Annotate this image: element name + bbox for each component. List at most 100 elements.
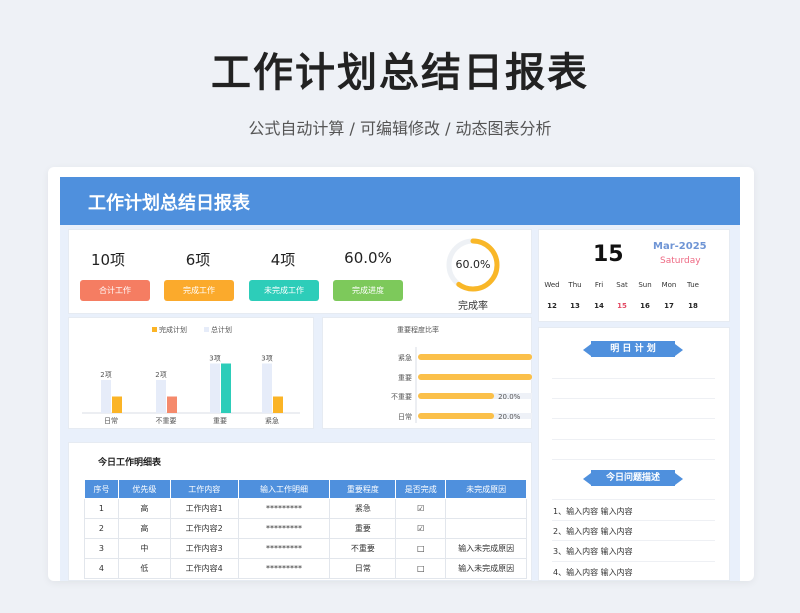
table-row: 3 中工作内容3 ********* 不重要 □ 输入未完成原因 [84, 538, 527, 559]
ratio-category-label: 紧急 [398, 353, 412, 362]
tomorrow-plan-ribbon: 明 日 计 划 [583, 341, 683, 357]
table-header-cell: 未完成原因 [445, 479, 527, 499]
table-cell[interactable]: ********* [237, 518, 331, 539]
kpi-done-value: 6项 [185, 251, 211, 269]
total-plan-bar [262, 363, 272, 413]
table-cell: 不重要 [329, 538, 397, 559]
legend-label: 总计划 [211, 325, 232, 334]
calendar-weekday-header: Thu [568, 281, 582, 289]
issue-item[interactable]: 4、输入内容 输入内容 [553, 567, 633, 578]
ratio-category-label: 重要 [398, 374, 412, 382]
ratio-bar [418, 393, 495, 399]
plan-panel [538, 327, 730, 581]
table-cell: 1 [84, 498, 119, 519]
table-cell: 工作内容3 [169, 538, 239, 559]
completed-plan-bar [221, 363, 231, 413]
calendar-weekday-header: Fri [594, 281, 604, 289]
total-plan-bar [101, 380, 111, 413]
total-plan-bar [156, 380, 166, 413]
kpi-total-value: 10项 [90, 251, 126, 269]
table-row: 2 高工作内容2 ********* 重要 ☑ [84, 518, 527, 539]
plan-line [552, 378, 715, 379]
table-cell[interactable]: ********* [237, 498, 331, 519]
table-header-cell: 序号 [84, 479, 119, 499]
kpi-undone-label[interactable]: 未完成工作 [249, 280, 319, 301]
table-cell: 工作内容1 [169, 498, 239, 519]
table-cell: 重要 [329, 518, 397, 539]
table-row: 4 低工作内容4 ********* 日常 □ 输入未完成原因 [84, 558, 527, 579]
hero-title: 工作计划总结日报表 [211, 50, 589, 96]
sheet-title: 工作计划总结日报表 [88, 193, 250, 214]
calendar-date[interactable]: 17 [657, 302, 681, 310]
done-checkbox[interactable]: □ [395, 538, 447, 559]
kpi-total-label[interactable]: 合计工作 [80, 280, 150, 301]
table-cell[interactable] [445, 518, 527, 539]
ratio-bar [418, 413, 495, 419]
issue-line [552, 561, 715, 562]
plan-line [552, 439, 715, 440]
issue-item[interactable]: 2、输入内容 输入内容 [553, 526, 633, 537]
calendar-date[interactable]: 16 [633, 302, 657, 310]
table-header-cell: 工作内容 [169, 479, 239, 499]
calendar-date[interactable]: 18 [681, 302, 705, 310]
total-plan-bar [210, 363, 220, 413]
category-label: 不重要 [156, 417, 177, 425]
table-cell: 中 [117, 538, 171, 559]
plan-line [552, 418, 715, 419]
issue-line [552, 499, 715, 500]
detail-table-title: 今日工作明细表 [98, 458, 162, 468]
completed-plan-bar [112, 396, 122, 413]
legend-label: 完成计划 [159, 325, 187, 334]
ratio-bar [418, 354, 532, 360]
legend-swatch [204, 327, 209, 332]
ratio-bar-chart: 紧急30.0%重要30.0%不重要20.0%日常20.0% [391, 347, 532, 423]
legend-swatch [152, 327, 157, 332]
table-cell[interactable]: ********* [237, 558, 331, 579]
calendar-date[interactable]: 13 [563, 302, 587, 310]
calendar-date[interactable]: 14 [587, 302, 611, 310]
table-header-cell: 是否完成 [395, 479, 447, 499]
ratio-data-label: 20.0% [498, 413, 521, 421]
calendar-date[interactable]: 15 [610, 302, 634, 310]
calendar-day: 15 [593, 242, 624, 267]
table-cell[interactable]: 输入未完成原因 [445, 538, 527, 559]
table-header-cell: 输入工作明细 [237, 479, 331, 499]
completed-plan-bar [167, 396, 177, 413]
kpi-progress-label[interactable]: 完成进度 [333, 280, 403, 301]
table-cell[interactable] [445, 498, 527, 519]
calendar-weekday-header: Tue [687, 281, 699, 289]
ratio-data-label: 20.0% [498, 393, 521, 401]
ratio-category-label: 日常 [398, 412, 412, 421]
table-cell: 工作内容2 [169, 518, 239, 539]
done-checkbox[interactable]: □ [395, 558, 447, 579]
calendar-weekday-header: Sat [616, 281, 628, 289]
table-cell: 工作内容4 [169, 558, 239, 579]
table-header-cell: 重要程度 [329, 479, 397, 499]
issue-item[interactable]: 1、输入内容 输入内容 [553, 506, 633, 517]
calendar-month: Mar-2025 [653, 241, 707, 252]
table-header-cell: 优先级 [117, 479, 171, 499]
report-sheet: 工作计划总结日报表 10项 6项 4项 60.0% 合计工作 完成工作 未完成工… [48, 167, 754, 581]
issue-line [552, 540, 715, 541]
category-label: 日常 [104, 416, 118, 425]
table-cell: 高 [117, 518, 171, 539]
calendar-date[interactable]: 12 [540, 302, 564, 310]
ratio-category-label: 不重要 [391, 393, 412, 401]
table-cell: 高 [117, 498, 171, 519]
calendar-weekday-header: Wed [544, 281, 560, 289]
table-cell: 4 [84, 558, 119, 579]
table-cell: 日常 [329, 558, 397, 579]
issue-item[interactable]: 3、输入内容 输入内容 [553, 546, 633, 557]
table-cell[interactable]: 输入未完成原因 [445, 558, 527, 579]
kpi-done-label[interactable]: 完成工作 [164, 280, 234, 301]
table-cell: 紧急 [329, 498, 397, 519]
plan-line [552, 459, 715, 460]
bar-data-label: 3项 [209, 355, 220, 363]
table-cell[interactable]: ********* [237, 538, 331, 559]
ratio-bar [418, 374, 532, 380]
kpi-undone-value: 4项 [270, 251, 296, 269]
calendar-weekday-header: Mon [661, 281, 677, 289]
hero-subtitle: 公式自动计算 / 可编辑修改 / 动态图表分析 [248, 119, 552, 138]
done-checkbox[interactable]: ☑ [395, 518, 447, 539]
done-checkbox[interactable]: ☑ [395, 498, 447, 519]
